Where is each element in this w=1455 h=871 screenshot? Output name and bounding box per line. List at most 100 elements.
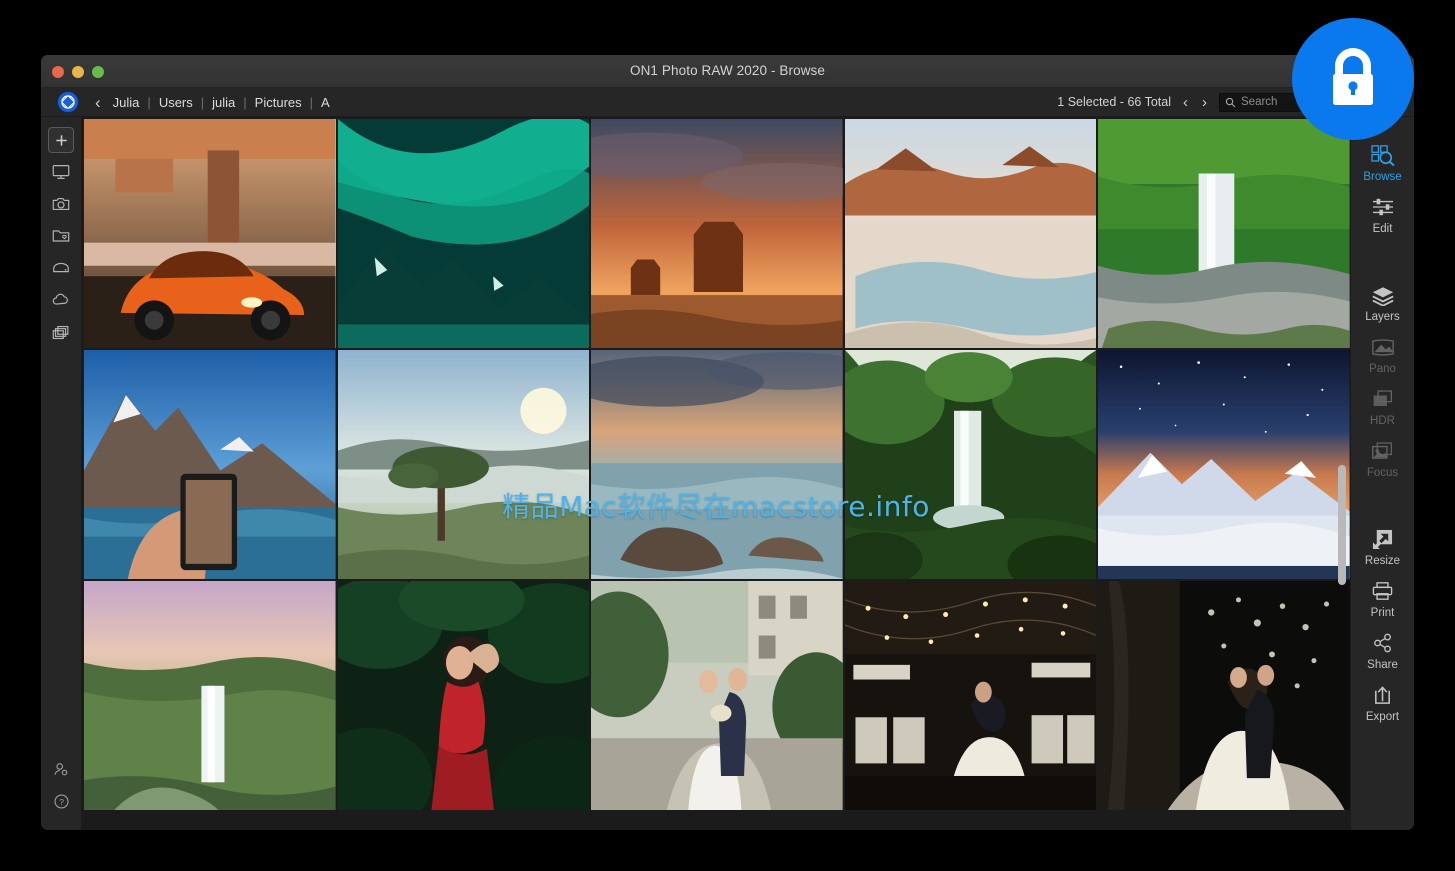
module-pano[interactable]: Pano [1353, 335, 1413, 375]
breadcrumb-item-0[interactable]: Julia [113, 95, 148, 110]
module-rail: Browse Edit Layers Pano HDR Focus Resize… [1350, 117, 1414, 830]
thumbnail-cell-2[interactable] [591, 119, 843, 348]
coastal-rocks-long-exposure [591, 350, 843, 579]
module-label: Edit [1372, 223, 1393, 235]
this-computer-button[interactable] [48, 159, 74, 185]
hdr-stack-icon [1371, 387, 1394, 411]
lock-icon [1333, 48, 1373, 105]
thumbnail-cell-6[interactable] [337, 350, 590, 579]
breadcrumb-item-1[interactable]: Users [151, 95, 201, 110]
thumbnail-cell-11[interactable] [337, 581, 590, 810]
green-aurora-over-mountains [337, 119, 590, 348]
grid-scrollbar[interactable] [1338, 465, 1346, 585]
app-window: ON1 Photo RAW 2020 - Browse ‹ Julia | Us… [41, 55, 1414, 830]
cloud-icon [52, 293, 68, 305]
couple-embracing-by-rock-wall [1098, 581, 1350, 810]
next-photo-button[interactable]: › [1200, 94, 1209, 111]
module-label: HDR [1370, 415, 1395, 427]
module-layers[interactable]: Layers [1353, 283, 1413, 323]
breadcrumb-item-3[interactable]: Pictures [247, 95, 310, 110]
thumbnail-cell-5[interactable] [84, 350, 336, 579]
cloud-storage-button[interactable] [48, 287, 74, 313]
module-hdr[interactable]: HDR [1353, 387, 1413, 427]
local-drives-button[interactable] [48, 255, 74, 281]
breadcrumb-item-2[interactable]: julia [204, 95, 243, 110]
thumbnail-cell-3[interactable] [844, 119, 1097, 348]
thumbnail-cell-13[interactable] [844, 581, 1097, 810]
screenshot-root: ON1 Photo RAW 2020 - Browse ‹ Julia | Us… [0, 0, 1455, 871]
panorama-icon [1371, 335, 1395, 359]
wedding-reception-string-lights [844, 581, 1097, 810]
thumbnail-cell-4[interactable] [1098, 119, 1350, 348]
catalogs-button[interactable] [48, 319, 74, 345]
search-placeholder: Search [1241, 96, 1278, 108]
drive-icon [53, 262, 69, 273]
thumbnail-grid-area[interactable]: 精品Mac软件尽在macstore.info [82, 117, 1350, 830]
module-share[interactable]: Share [1353, 631, 1413, 671]
main-body: ? 精品Mac软件尽在macstore.info Browse Edit Lay… [41, 117, 1414, 830]
add-source-button[interactable] [48, 127, 74, 153]
orange-sports-car-under-bridge [84, 119, 336, 348]
jungle-waterfall-green-forest [844, 350, 1097, 579]
thumbnail-cell-7[interactable] [591, 350, 843, 579]
printer-icon [1371, 579, 1394, 603]
thumbnail-cell-10[interactable] [84, 581, 336, 810]
previous-photo-button[interactable]: ‹ [1181, 94, 1190, 111]
thumbnail-cell-8[interactable] [844, 350, 1097, 579]
left-source-rail: ? [41, 117, 82, 830]
breadcrumb: Julia | Users | julia | Pictures | A [113, 95, 338, 110]
thumbnail-cell-9[interactable] [1098, 350, 1350, 579]
browse-magnifier-icon [1370, 143, 1395, 167]
layers-icon [1371, 283, 1395, 307]
module-edit[interactable]: Edit [1353, 195, 1413, 235]
svg-text:?: ? [59, 796, 64, 806]
user-gear-icon [53, 762, 67, 775]
module-label: Pano [1369, 363, 1396, 375]
module-label: Share [1367, 659, 1398, 671]
plus-icon [55, 134, 67, 146]
monitor-icon [52, 165, 70, 179]
favorite-folders-button[interactable] [48, 223, 74, 249]
module-print[interactable]: Print [1353, 579, 1413, 619]
stacked-photos-icon [52, 325, 69, 340]
thumbnail-cell-12[interactable] [591, 581, 843, 810]
lone-tree-on-ridge-at-sunrise [337, 350, 590, 579]
share-nodes-icon [1372, 631, 1394, 655]
help-button[interactable]: ? [48, 788, 74, 814]
title-bar: ON1 Photo RAW 2020 - Browse [41, 55, 1414, 88]
sliders-icon [1371, 195, 1395, 219]
account-settings-button[interactable] [48, 756, 74, 782]
back-button[interactable]: ‹ [95, 94, 101, 111]
module-browse[interactable]: Browse [1353, 143, 1413, 183]
module-resize[interactable]: Resize [1353, 527, 1413, 567]
module-label: Focus [1366, 467, 1399, 479]
module-label: Layers [1365, 311, 1400, 323]
folder-heart-icon [52, 230, 70, 242]
export-upload-icon [1372, 683, 1393, 707]
import-from-camera-button[interactable] [48, 191, 74, 217]
thumbnail-cell-1[interactable] [337, 119, 590, 348]
thumbnail-cell-0[interactable] [84, 119, 336, 348]
focus-stack-icon [1371, 439, 1394, 463]
resize-arrow-icon [1371, 527, 1394, 551]
module-label: Resize [1364, 555, 1401, 567]
module-label: Print [1370, 607, 1395, 619]
skogafoss-waterfall-green-canyon [1098, 119, 1350, 348]
module-label: Browse [1363, 171, 1402, 183]
search-icon [1225, 97, 1236, 107]
window-title: ON1 Photo RAW 2020 - Browse [629, 63, 826, 78]
thumbnail-grid [82, 117, 1350, 830]
white-pocket-rock-pools [844, 119, 1097, 348]
breadcrumb-item-4[interactable]: A [313, 95, 338, 110]
selection-status: 1 Selected - 66 Total [1057, 95, 1171, 109]
module-focus[interactable]: Focus [1353, 439, 1413, 479]
starry-night-over-snowy-peaks [1098, 350, 1350, 579]
bride-and-groom-garden-path [591, 581, 843, 810]
phone-photographing-patagonia-peak [84, 350, 336, 579]
lock-badge [1292, 18, 1414, 140]
desert-butte-at-sunset [591, 119, 843, 348]
thumbnail-cell-14[interactable] [1098, 581, 1350, 810]
module-export[interactable]: Export [1353, 683, 1413, 723]
top-toolbar: ‹ Julia | Users | julia | Pictures | A 1… [41, 88, 1414, 117]
question-circle-icon: ? [53, 793, 69, 809]
